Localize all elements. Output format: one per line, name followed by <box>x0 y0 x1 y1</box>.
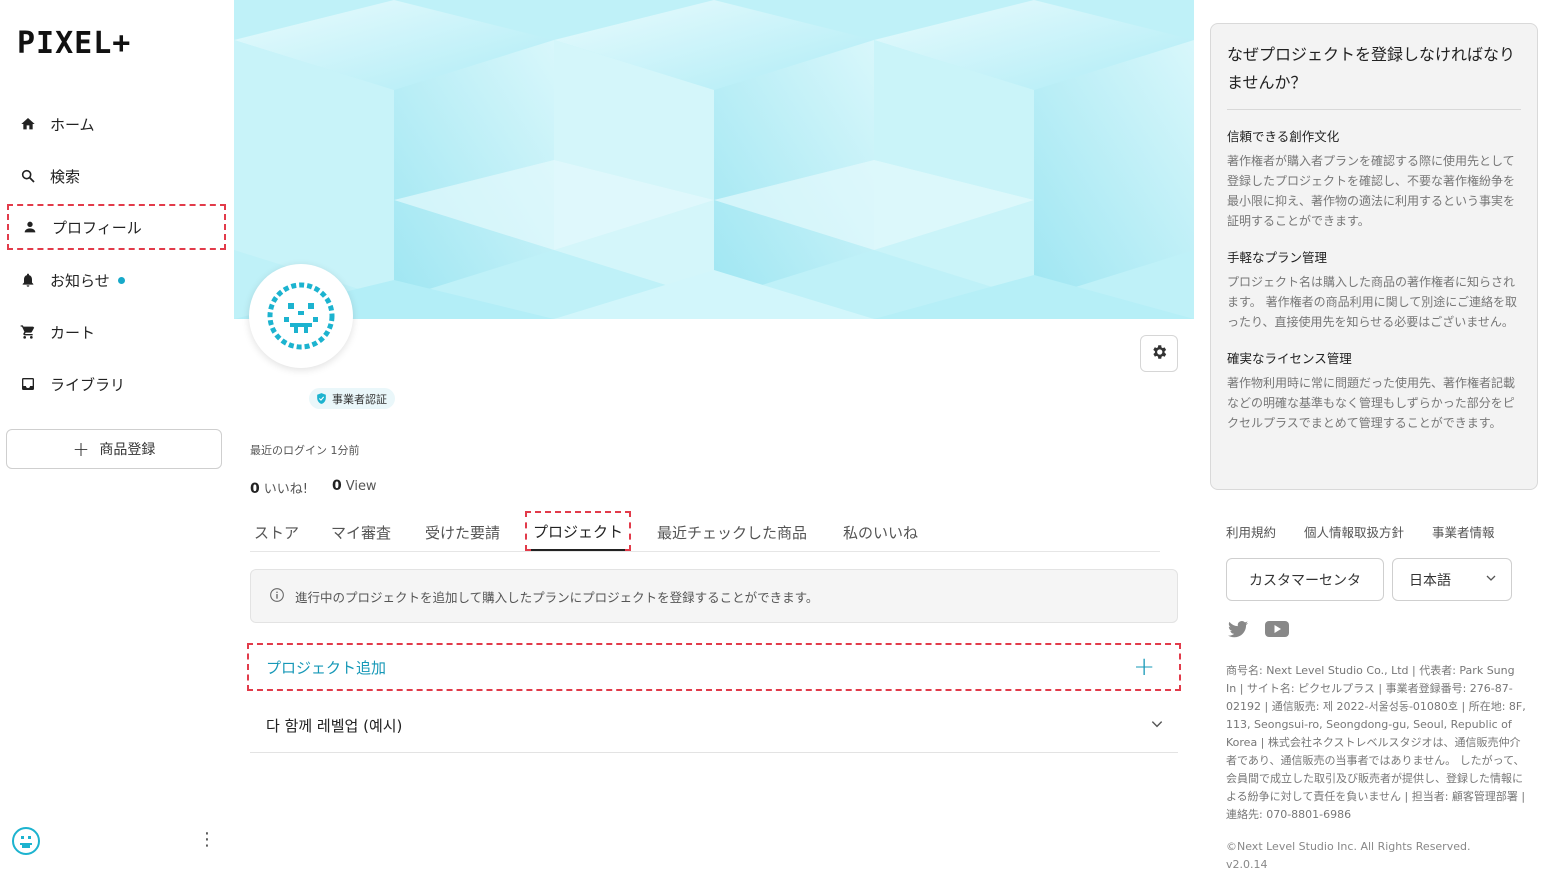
active-tab-underline <box>531 549 626 551</box>
business-verified-badge: 事業者認証 <box>309 388 395 409</box>
twitter-icon[interactable] <box>1226 618 1250 644</box>
sidebar-item-search[interactable]: 検索 <box>7 153 226 199</box>
sidebar-item-label: ホーム <box>50 115 95 134</box>
info-notice: 進行中のプロジェクトを追加して購入したプランにプロジェクトを登録することができま… <box>250 569 1178 623</box>
plus-icon: + <box>1133 652 1155 682</box>
project-item[interactable]: 다 함께 레벨업 (예시) <box>250 699 1178 753</box>
footer-links: 利用規約 個人情報取扱方針 事業者情報 <box>1226 522 1495 541</box>
app-root: PIXEL+ ホーム 検索 プロフィール お知らせ カート ライブラリ + 商品… <box>0 0 1549 883</box>
add-product-button[interactable]: + 商品登録 <box>6 429 222 469</box>
last-login-text: 最近のログイン 1分前 <box>250 444 360 457</box>
sidebar-item-home[interactable]: ホーム <box>7 101 226 147</box>
tab-my-likes[interactable]: 私のいいね <box>843 513 918 551</box>
why-register-card: なぜプロジェクトを登録しなければなりませんか？ 信頼できる創作文化 著作権者が購… <box>1210 23 1538 490</box>
tab-projects[interactable]: プロジェクト <box>525 511 632 551</box>
add-project-button[interactable]: プロジェクト追加 + <box>247 643 1181 691</box>
sidebar-item-label: カート <box>50 323 96 342</box>
sidebar: PIXEL+ ホーム 検索 プロフィール お知らせ カート ライブラリ + 商品… <box>0 0 234 883</box>
why-section: 信頼できる創作文化 著作権者が購入者プランを確認する際に使用先として登録したプロ… <box>1227 129 1516 228</box>
search-icon <box>19 167 37 185</box>
sidebar-item-label: 検索 <box>50 167 81 186</box>
tab-store[interactable]: ストア <box>254 513 299 551</box>
logo[interactable]: PIXEL+ <box>17 26 131 61</box>
social-links <box>1226 618 1290 644</box>
language-select[interactable]: 日本語 <box>1392 558 1512 601</box>
tab-my-review[interactable]: マイ審査 <box>331 513 391 551</box>
views-stat: 0 View <box>331 478 377 494</box>
badge-label: 事業者認証 <box>332 392 387 406</box>
sidebar-item-profile[interactable]: プロフィール <box>7 204 226 250</box>
unread-dot <box>117 276 125 284</box>
chevron-down-icon <box>1150 717 1164 735</box>
project-name: 다 함께 레벨업 (예시) <box>266 717 403 735</box>
plus-icon: + <box>72 437 90 461</box>
sidebar-item-label: ライブラリ <box>50 375 126 394</box>
business-info-link[interactable]: 事業者情報 <box>1432 522 1495 541</box>
more-menu-icon[interactable]: ⋮ <box>198 830 216 850</box>
why-title: なぜプロジェクトを登録しなければなりませんか？ <box>1227 41 1521 110</box>
youtube-icon[interactable] <box>1264 618 1290 644</box>
sidebar-item-label: お知らせ <box>50 271 110 290</box>
privacy-link[interactable]: 個人情報取扱方針 <box>1304 522 1404 541</box>
copyright: ©Next Level Studio Inc. All Rights Reser… <box>1226 840 1471 853</box>
profile-avatar[interactable] <box>249 264 353 368</box>
sidebar-item-cart[interactable]: カート <box>7 309 226 355</box>
info-text: 進行中のプロジェクトを追加して購入したプランにプロジェクトを登録することができま… <box>295 589 819 605</box>
why-section: 手軽なプラン管理 プロジェクト名は購入した商品の著作権者に知らされます。 著作権… <box>1227 250 1518 329</box>
profile-tabs: ストア マイ審査 受けた要請 プロジェクト 最近チェックした商品 私のいいね <box>250 511 1160 552</box>
tab-recently-viewed[interactable]: 最近チェックした商品 <box>657 513 807 551</box>
settings-button[interactable] <box>1140 335 1178 372</box>
add-product-label: 商品登録 <box>99 442 156 458</box>
why-section: 確実なライセンス管理 著作物利用時に常に問題だった使用先、著作権者記載などの明確… <box>1227 351 1516 430</box>
tab-received-requests[interactable]: 受けた要請 <box>425 513 500 551</box>
profile-stats: 0 いいね! 0 View <box>250 478 377 497</box>
version: v2.0.14 <box>1226 858 1268 871</box>
person-icon <box>21 218 39 236</box>
customer-center-button[interactable]: カスタマーセンタ <box>1226 558 1384 601</box>
sidebar-item-library[interactable]: ライブラリ <box>7 361 226 407</box>
terms-link[interactable]: 利用規約 <box>1226 522 1276 541</box>
library-icon <box>19 375 37 393</box>
shield-check-icon <box>317 393 326 404</box>
likes-stat: 0 いいね! <box>250 481 308 497</box>
info-icon <box>269 587 285 606</box>
profile-banner <box>234 0 1194 319</box>
chevron-down-icon <box>1485 572 1497 588</box>
bell-icon <box>19 271 37 289</box>
sidebar-item-notifications[interactable]: お知らせ <box>7 257 226 303</box>
add-project-label: プロジェクト追加 <box>266 658 387 677</box>
gear-icon <box>1150 343 1168 365</box>
sidebar-item-label: プロフィール <box>52 218 142 237</box>
user-avatar-small[interactable] <box>11 826 41 856</box>
language-value: 日本語 <box>1409 572 1451 589</box>
cart-icon <box>19 323 37 341</box>
home-icon <box>19 115 37 133</box>
company-info: 商号名: Next Level Studio Co., Ltd | 代表者: P… <box>1226 664 1526 821</box>
